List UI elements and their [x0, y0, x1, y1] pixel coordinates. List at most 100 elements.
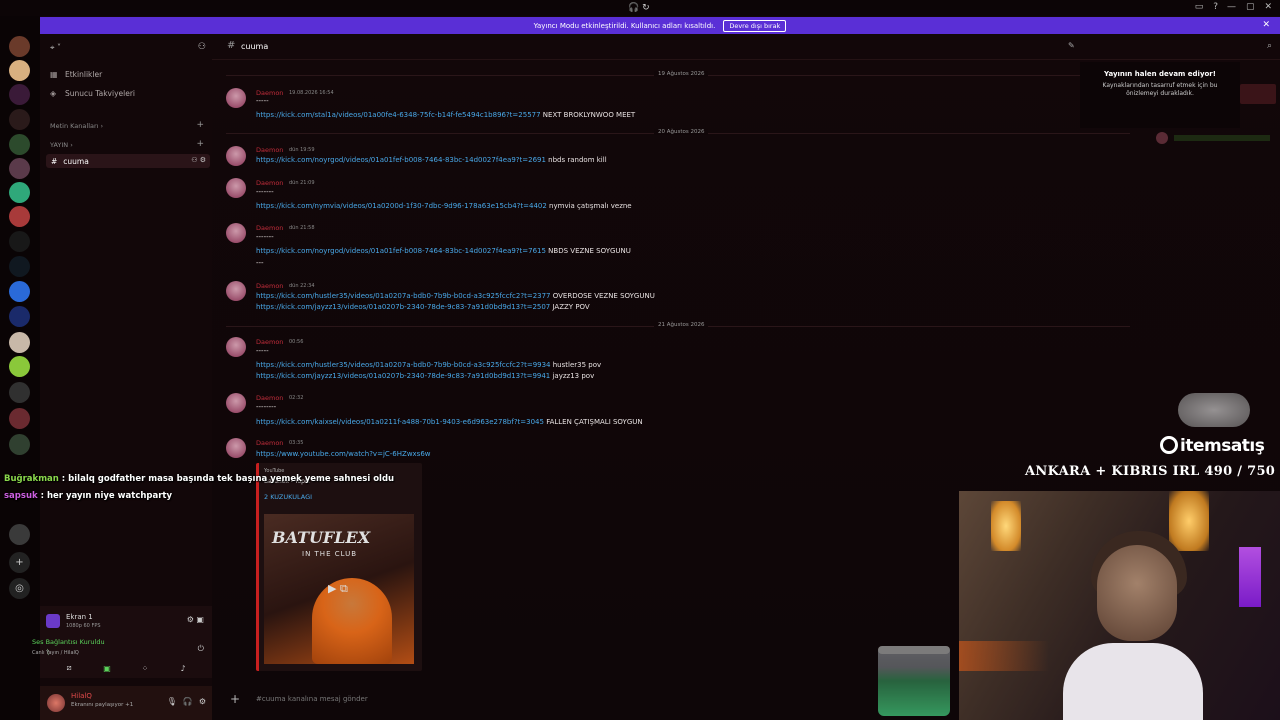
avatar[interactable]	[226, 438, 246, 458]
screen-share-icon[interactable]: ▣	[97, 664, 117, 673]
message-link[interactable]: https://kick.com/kaixsel/videos/01a0211f…	[256, 418, 544, 426]
add-attachment-icon[interactable]: +	[230, 692, 240, 706]
add-channel-icon[interactable]: +	[196, 120, 204, 130]
server-icon[interactable]	[9, 60, 30, 81]
username[interactable]: HilalQ	[71, 692, 92, 700]
message-author[interactable]: Daemon	[256, 338, 283, 346]
server-icon[interactable]	[9, 109, 30, 130]
thumbnail-figure	[312, 578, 392, 664]
message-author[interactable]: Daemon	[256, 89, 283, 97]
disconnect-icon[interactable]: ⏻	[198, 644, 204, 654]
server-icon[interactable]	[9, 281, 30, 302]
message-author[interactable]: Daemon	[256, 224, 283, 232]
maximize-button[interactable]: ▢	[1246, 2, 1255, 12]
server-icon[interactable]	[9, 206, 30, 227]
message-link[interactable]: https://kick.com/noyrgod/videos/01a01fef…	[256, 156, 546, 164]
server-icon[interactable]	[9, 382, 30, 403]
close-button[interactable]: ✕	[1264, 2, 1272, 12]
calendar-icon: ▦	[50, 70, 58, 79]
message-link[interactable]: https://kick.com/jayzz13/videos/01a0207b…	[256, 372, 550, 380]
voice-member-row[interactable]	[1150, 130, 1280, 146]
streamer-mode-banner: Yayıncı Modu etkinleştirildi. Kullanıcı …	[40, 17, 1280, 34]
soundboard-icon[interactable]: ♪	[173, 664, 193, 673]
stream-thumbnail[interactable]	[1240, 84, 1276, 104]
sidebar-item-boosts[interactable]: ◈ Sunucu Takviyeleri	[50, 89, 135, 98]
channel-settings-icon[interactable]: ⚇ ⚙	[191, 156, 206, 164]
message-link[interactable]: https://kick.com/nymvia/videos/01a0200d-…	[256, 202, 547, 210]
message-line: https://kick.com/jayzz13/videos/01a0207b…	[256, 372, 595, 380]
discover-icon[interactable]: ◎	[9, 578, 30, 599]
message-link[interactable]: https://kick.com/hustler35/videos/01a020…	[256, 292, 551, 300]
message-line: https://kick.com/kaixsel/videos/01a0211f…	[256, 418, 643, 426]
tip-jar-overlay	[878, 646, 950, 716]
avatar[interactable]	[226, 281, 246, 301]
close-icon[interactable]: ✕	[1262, 20, 1270, 30]
avatar[interactable]	[226, 393, 246, 413]
server-icon[interactable]	[9, 158, 30, 179]
server-icon[interactable]	[9, 134, 30, 155]
message-line: https://www.youtube.com/watch?v=jC-6HZwx…	[256, 450, 431, 458]
message-author[interactable]: Daemon	[256, 394, 283, 402]
message-author[interactable]: Daemon	[256, 439, 283, 447]
message-link[interactable]: https://kick.com/jayzz13/videos/01a0207b…	[256, 303, 550, 311]
play-icon[interactable]: ▶ ⧉	[328, 582, 348, 596]
message-input[interactable]: #cuuma kanalına mesaj gönder	[256, 695, 368, 703]
server-icon[interactable]	[9, 36, 30, 57]
add-server-icon[interactable]: +	[9, 552, 30, 573]
message-author[interactable]: Daemon	[256, 282, 283, 290]
message-timestamp: dün 19:59	[289, 147, 315, 153]
server-icon[interactable]	[9, 356, 30, 377]
avatar[interactable]	[226, 178, 246, 198]
server-icon[interactable]	[9, 434, 30, 455]
avatar[interactable]	[226, 88, 246, 108]
category-text-channels[interactable]: Metin Kanalları ›	[50, 122, 103, 130]
embed-title[interactable]: 2 KUZUKULAGI	[264, 493, 312, 501]
disable-streamer-mode-button[interactable]: Devre dışı bırak	[723, 19, 787, 32]
message-link[interactable]: https://kick.com/stal1a/videos/01a00fe4-…	[256, 111, 541, 119]
headset-icon[interactable]: 🎧 ↻	[628, 3, 650, 13]
headphones-icon[interactable]: 🎧	[183, 697, 193, 706]
message-author[interactable]: Daemon	[256, 146, 283, 154]
avatar[interactable]	[226, 146, 246, 166]
camera-off-icon[interactable]: ⧄	[59, 663, 79, 673]
sidebar-item-label: Sunucu Takviyeleri	[65, 89, 136, 98]
server-icon[interactable]	[9, 306, 30, 327]
video-thumbnail[interactable]: BATUFLEX IN THE CLUB ▶ ⧉	[264, 514, 414, 664]
microphone-icon[interactable]: 🎙	[167, 697, 177, 706]
server-menu-icon[interactable]: ⌖ ˅	[50, 43, 61, 53]
message-line: --------	[256, 403, 277, 411]
avatar[interactable]	[226, 337, 246, 357]
search-icon[interactable]: ⌕	[1267, 41, 1272, 51]
add-channel-icon[interactable]: +	[196, 139, 204, 149]
server-icon[interactable]	[9, 182, 30, 203]
pin-icon[interactable]: ✎	[1068, 41, 1075, 50]
message-link[interactable]: https://www.youtube.com/watch?v=jC-6HZwx…	[256, 450, 431, 458]
message-author[interactable]: Daemon	[256, 179, 283, 187]
inbox-icon[interactable]: ▭	[1195, 2, 1204, 12]
add-member-icon[interactable]: ⚇	[198, 42, 206, 52]
thumbnail-logo: BATUFLEX	[272, 528, 371, 547]
message-link[interactable]: https://kick.com/hustler35/videos/01a020…	[256, 361, 551, 369]
channel-cuuma[interactable]: # cuuma ⚇ ⚙	[46, 154, 210, 168]
screen-controls-icon[interactable]: ⚙ ▣	[187, 615, 204, 624]
message-line: https://kick.com/jayzz13/videos/01a0207b…	[256, 303, 590, 311]
chat-overlay-line: Buğrakman : bilalq godfather masa başınd…	[4, 474, 395, 484]
server-icon[interactable]	[9, 231, 30, 252]
message-link[interactable]: https://kick.com/noyrgod/videos/01a01fef…	[256, 247, 546, 255]
server-icon[interactable]	[9, 256, 30, 277]
donation-goal: ANKARA + KIBRIS IRL 490 / 750	[1025, 464, 1276, 479]
minimize-button[interactable]: —	[1227, 2, 1236, 12]
server-icon[interactable]	[9, 84, 30, 105]
category-yayin[interactable]: YAYIN ›	[50, 141, 73, 149]
avatar[interactable]	[47, 694, 65, 712]
voice-channel: Canlı Yayın / HilalQ	[32, 650, 79, 656]
server-icon[interactable]	[9, 524, 30, 545]
server-icon[interactable]	[9, 332, 30, 353]
help-icon[interactable]: ?	[1213, 2, 1218, 12]
sidebar-item-events[interactable]: ▦ Etkinlikler	[50, 70, 102, 79]
server-rail: + ◎	[0, 16, 40, 720]
avatar[interactable]	[226, 223, 246, 243]
settings-icon[interactable]: ⚙	[199, 697, 206, 706]
server-icon[interactable]	[9, 408, 30, 429]
activities-icon[interactable]: ⁘	[135, 664, 155, 673]
